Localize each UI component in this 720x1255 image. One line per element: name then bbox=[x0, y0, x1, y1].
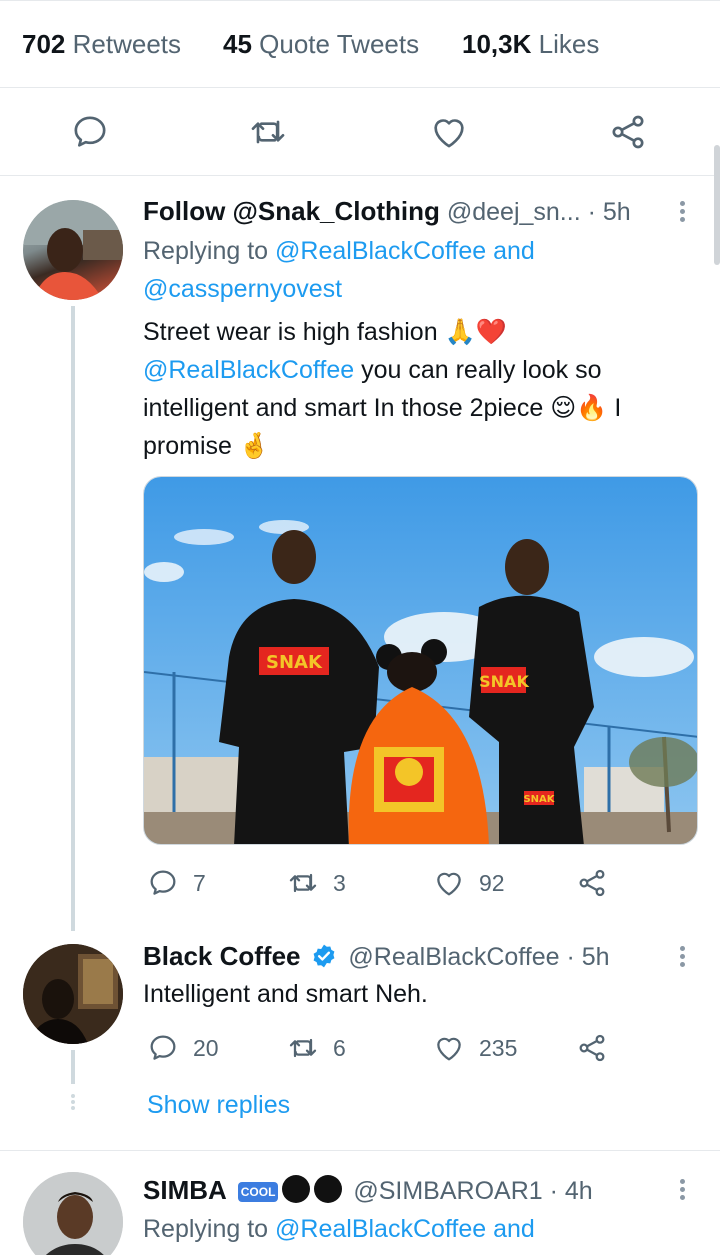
scrollbar[interactable] bbox=[714, 145, 720, 265]
avatar-photo bbox=[23, 944, 123, 1044]
show-replies-link[interactable]: Show replies bbox=[147, 1091, 290, 1120]
share-icon bbox=[579, 869, 605, 897]
retweet-count: 6 bbox=[333, 1034, 346, 1061]
share-action[interactable] bbox=[576, 1032, 622, 1064]
reply-action[interactable]: 7 bbox=[147, 867, 206, 899]
reply-icon bbox=[150, 1035, 176, 1060]
replying-to-line: Replying to @RealBlackCoffee and bbox=[143, 1215, 535, 1244]
pants-logo-text: SNAK bbox=[523, 794, 555, 805]
like-count: 235 bbox=[479, 1034, 518, 1061]
mention-link[interactable]: @RealBlackCoffee bbox=[143, 356, 354, 384]
likes-stat[interactable]: 10,3K Likes bbox=[462, 29, 599, 60]
like-action[interactable]: 92 bbox=[433, 867, 505, 899]
reply-text-line: Street wear is high fashion 🙏❤️ bbox=[143, 318, 507, 346]
avatar-photo bbox=[23, 1172, 123, 1255]
reply-text: Street wear is high fashion 🙏❤️ @RealBla… bbox=[143, 313, 703, 465]
user-handle[interactable]: @SIMBAROAR1 bbox=[353, 1177, 542, 1205]
retweet-icon[interactable] bbox=[248, 112, 288, 152]
verified-badge-icon bbox=[314, 944, 335, 968]
replying-to-line: Replying to @RealBlackCoffee and bbox=[143, 237, 535, 266]
share-action[interactable] bbox=[576, 867, 622, 899]
cool-emoji-badge: COOL bbox=[237, 1182, 279, 1202]
avatar[interactable] bbox=[23, 200, 123, 300]
more-options-icon[interactable] bbox=[678, 198, 686, 228]
reply-count: 7 bbox=[193, 869, 206, 896]
thread-connector-line bbox=[71, 1050, 75, 1084]
reply-text-line: promise 🤞 bbox=[143, 432, 270, 460]
reply-text-line: @RealBlackCoffee you can really look so bbox=[143, 351, 703, 389]
reply-text-line: intelligent and smart In those 2piece 😌🔥… bbox=[143, 394, 622, 422]
retweet-icon bbox=[289, 1038, 317, 1058]
retweets-stat[interactable]: 702 Retweets bbox=[22, 29, 181, 60]
like-icon bbox=[437, 1037, 461, 1061]
retweet-action[interactable]: 6 bbox=[287, 1032, 346, 1064]
display-name[interactable]: Black Coffee bbox=[143, 941, 301, 971]
tweet-action-bar bbox=[0, 88, 720, 176]
like-action[interactable]: 235 bbox=[433, 1032, 517, 1064]
retweets-count: 702 bbox=[22, 29, 66, 59]
reply-text: Intelligent and smart Neh. bbox=[143, 980, 428, 1008]
tweet-stats-bar: 702 Retweets 45 Quote Tweets 10,3K Likes bbox=[0, 0, 720, 88]
timestamp[interactable]: · 5h bbox=[567, 943, 610, 971]
attached-photo[interactable]: SNAK SNAK SNAK bbox=[143, 476, 698, 845]
divider bbox=[0, 1150, 720, 1151]
timestamp[interactable]: · 5h bbox=[588, 198, 631, 226]
retweet-action[interactable]: 3 bbox=[287, 867, 346, 899]
like-icon[interactable] bbox=[429, 112, 469, 152]
retweet-count: 3 bbox=[333, 869, 346, 896]
reply-icon bbox=[150, 870, 176, 895]
like-count: 92 bbox=[479, 869, 505, 896]
thread-connector-line bbox=[71, 306, 75, 931]
display-name[interactable]: SIMBA bbox=[143, 1175, 227, 1205]
retweet-icon bbox=[289, 873, 317, 893]
avatar-photo bbox=[23, 200, 123, 300]
hoodie-logo-text: SNAK bbox=[266, 652, 323, 673]
user-handle[interactable]: @deej_sn... bbox=[447, 198, 581, 226]
avatar[interactable] bbox=[23, 944, 123, 1044]
photo-illustration: SNAK SNAK SNAK bbox=[144, 477, 697, 844]
user-handle[interactable]: @RealBlackCoffee bbox=[348, 943, 559, 971]
replying-to-label: Replying to bbox=[143, 237, 269, 265]
reply-header: Follow @Snak_Clothing @deej_sn... · 5h bbox=[143, 196, 631, 227]
replying-to-label: Replying to bbox=[143, 1215, 269, 1243]
quotes-label: Quote Tweets bbox=[259, 29, 420, 59]
quotes-count: 45 bbox=[223, 29, 252, 59]
timestamp[interactable]: · 4h bbox=[550, 1177, 593, 1205]
thread-dots-icon bbox=[69, 1092, 77, 1122]
mention-link[interactable]: @RealBlackCoffee and bbox=[275, 1215, 535, 1243]
black-circle-icon bbox=[282, 1175, 311, 1203]
reply-header: SIMBA COOL @SIMBAROAR1 · 4h bbox=[143, 1175, 593, 1206]
likes-label: Likes bbox=[538, 29, 600, 59]
share-icon bbox=[579, 1034, 605, 1062]
avatar[interactable] bbox=[23, 1172, 123, 1255]
reply-header: Black Coffee @RealBlackCoffee · 5h bbox=[143, 941, 610, 972]
share-icon[interactable] bbox=[608, 112, 648, 152]
more-options-icon[interactable] bbox=[678, 1176, 686, 1206]
more-options-icon[interactable] bbox=[678, 943, 686, 973]
reply-text-fragment: you can really look so bbox=[354, 356, 602, 384]
black-circle-icon bbox=[314, 1175, 343, 1203]
reply-count: 20 bbox=[193, 1034, 219, 1061]
reply-action[interactable]: 20 bbox=[147, 1032, 219, 1064]
mention-link[interactable]: @casspernyovest bbox=[143, 275, 342, 304]
retweets-label: Retweets bbox=[72, 29, 182, 59]
display-name[interactable]: Follow @Snak_Clothing bbox=[143, 196, 440, 226]
mention-link[interactable]: @RealBlackCoffee and bbox=[275, 237, 535, 265]
like-icon bbox=[437, 872, 461, 896]
quote-tweets-stat[interactable]: 45 Quote Tweets bbox=[223, 29, 419, 60]
reply-icon[interactable] bbox=[70, 112, 110, 152]
hoodie-logo-text: SNAK bbox=[479, 672, 529, 691]
likes-count: 10,3K bbox=[462, 29, 532, 59]
